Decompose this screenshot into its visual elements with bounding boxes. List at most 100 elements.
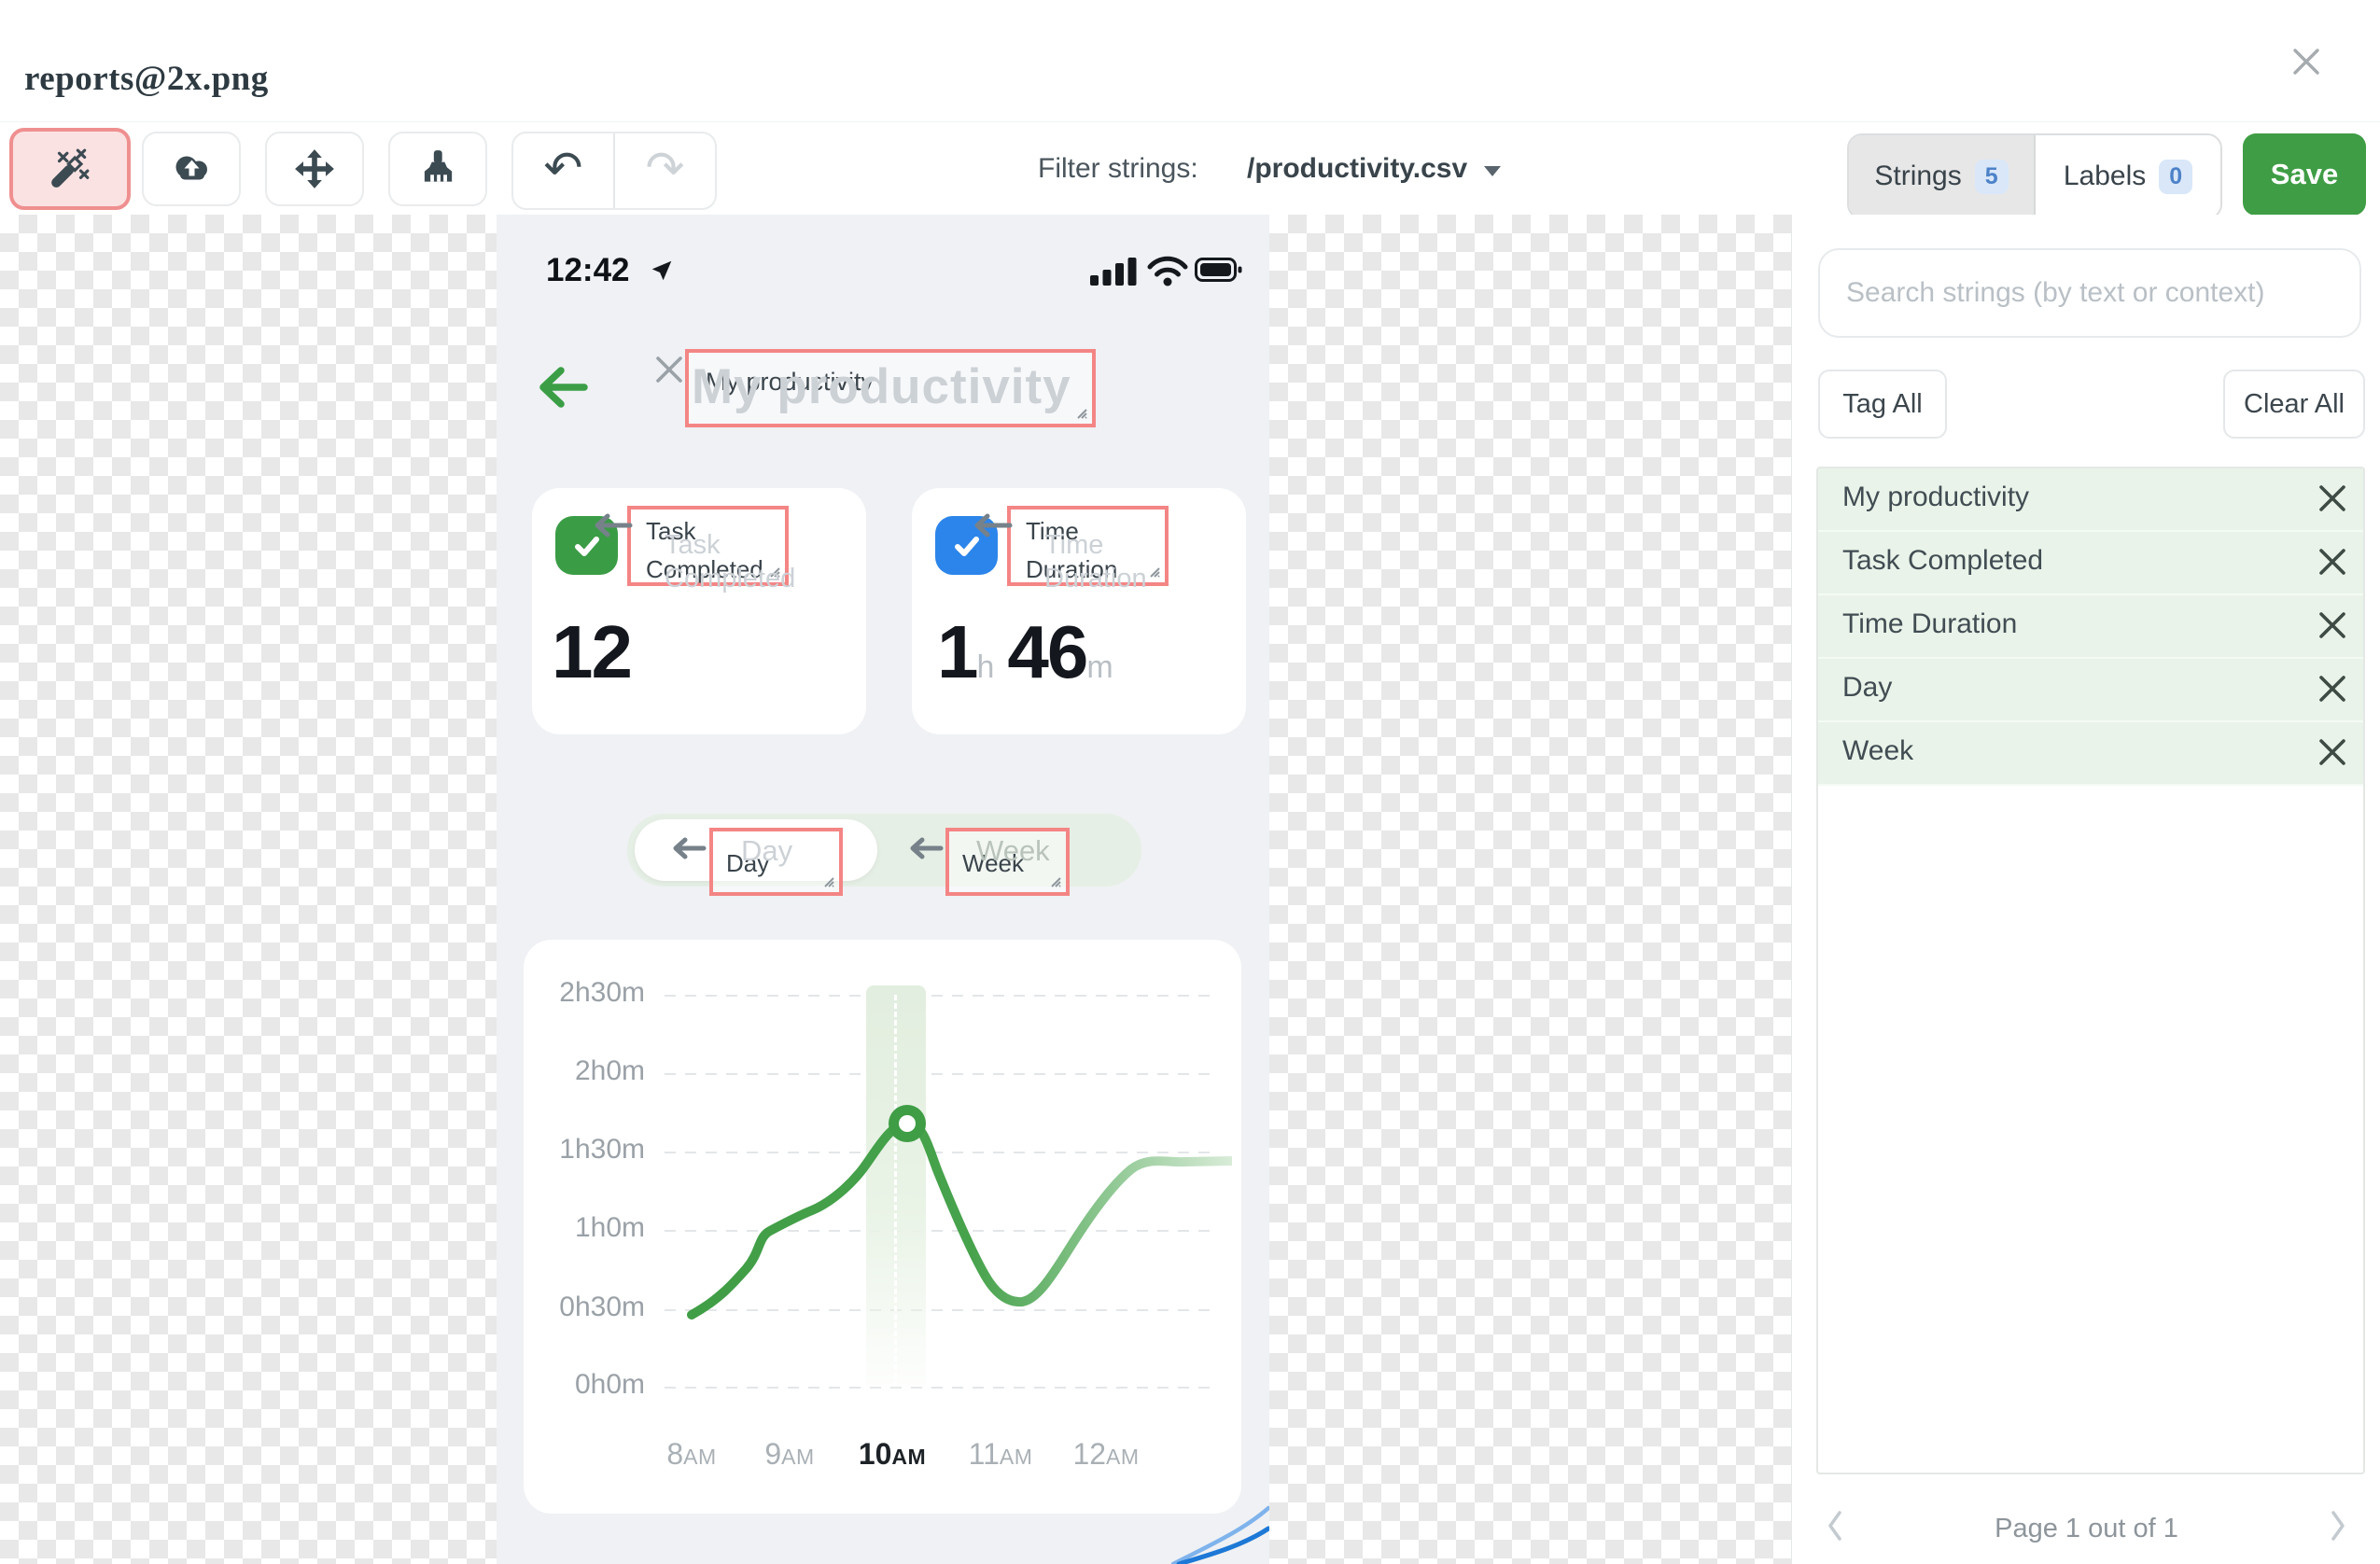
string-row[interactable]: Time Duration <box>1818 595 2363 659</box>
y-tick: 2h0m <box>574 1055 645 1086</box>
chevron-right-icon <box>2331 1510 2345 1541</box>
x-label-12am: 12AM <box>1072 1437 1140 1471</box>
annotation-box-week[interactable]: Week <box>945 828 1070 896</box>
strings-sidebar: Tag All Clear All My productivity Task C… <box>1791 215 2380 1564</box>
resize-handle-icon[interactable] <box>1047 873 1062 888</box>
minutes-value: 46 <box>1007 610 1088 693</box>
close-button[interactable] <box>2281 37 2331 88</box>
connector-arrow-left-icon <box>595 513 633 538</box>
brush-tool-button[interactable] <box>388 132 487 206</box>
connector-arrow-left-icon <box>910 837 944 859</box>
location-arrow-icon <box>651 260 672 281</box>
annotation-time-line2: Duration <box>1026 555 1118 583</box>
resize-handle-icon[interactable] <box>1073 405 1088 420</box>
string-row[interactable]: Day <box>1818 659 2363 722</box>
undo-button[interactable]: ↶ <box>513 133 615 208</box>
magic-wand-tool-button[interactable] <box>9 128 131 210</box>
x-label-10am: 10AM <box>858 1437 927 1471</box>
time-duration-line <box>687 1105 1232 1320</box>
hours-value: 1 <box>937 610 978 693</box>
minutes-unit: m <box>1086 649 1113 685</box>
annotation-box-time-duration[interactable]: Time Duration <box>1007 506 1169 586</box>
remove-string-button[interactable] <box>2315 735 2350 771</box>
save-button[interactable]: Save <box>2243 133 2366 216</box>
y-tick: 1h0m <box>574 1212 645 1243</box>
redo-button[interactable]: ↷ <box>615 133 715 208</box>
move-icon <box>295 149 334 189</box>
clear-all-button[interactable]: Clear All <box>2223 370 2365 439</box>
next-chart-curve <box>1170 1505 1269 1564</box>
x-label-11am: 11AM <box>968 1437 1033 1471</box>
tabs-group: Strings 5 Labels 0 <box>1847 133 2222 219</box>
annotation-task-line2: Completed <box>646 555 763 583</box>
topbar: reports@2x.png <box>0 0 2380 121</box>
screenshot-editor-window: reports@2x.png ↶ ↷ Filter strings: /prod… <box>0 0 2380 1564</box>
status-time: 12:42 <box>546 252 630 288</box>
hours-unit: h <box>976 649 995 685</box>
remove-string-button[interactable] <box>2315 608 2350 644</box>
filter-strings-label: Filter strings: <box>1038 153 1198 184</box>
string-row-label: Time Duration <box>1842 608 2018 639</box>
y-tick: 1h30m <box>559 1134 645 1165</box>
remove-string-button[interactable] <box>2315 545 2350 580</box>
redo-icon: ↷ <box>645 140 685 195</box>
magic-wand-icon <box>51 148 90 188</box>
labels-count-badge: 0 <box>2159 159 2193 194</box>
move-tool-button[interactable] <box>265 132 364 206</box>
tab-labels[interactable]: Labels 0 <box>2036 135 2220 217</box>
y-tick: 0h0m <box>574 1369 645 1400</box>
x-label-9am: 9AM <box>764 1437 815 1471</box>
string-row[interactable]: My productivity <box>1818 468 2363 532</box>
x-label-8am: 8AM <box>666 1437 717 1471</box>
filter-file-dropdown[interactable]: /productivity.csv <box>1241 122 1506 216</box>
brush-icon <box>424 150 453 182</box>
tab-strings[interactable]: Strings 5 <box>1849 135 2036 217</box>
close-icon <box>2319 548 2345 575</box>
string-row[interactable]: Task Completed <box>1818 532 2363 595</box>
productivity-chart: 2h30m 2h0m 1h30m 1h0m 0h30m 0h0m 8AM 9AM… <box>524 940 1241 1514</box>
remove-string-button[interactable] <box>2315 672 2350 707</box>
annotation-box-day[interactable]: Day <box>709 828 843 896</box>
filter-file-value: /productivity.csv <box>1247 153 1468 184</box>
close-icon <box>2319 611 2345 638</box>
history-group: ↶ ↷ <box>511 132 717 210</box>
tab-strings-label: Strings <box>1874 161 1962 191</box>
remove-tag-icon[interactable] <box>654 355 684 384</box>
string-row-label: My productivity <box>1842 482 2030 512</box>
close-icon <box>2319 675 2345 702</box>
string-row[interactable]: Week <box>1818 722 2363 786</box>
resize-handle-icon[interactable] <box>820 873 835 888</box>
tab-labels-label: Labels <box>2063 161 2147 191</box>
annotation-task-line1: Task <box>646 517 696 545</box>
tag-all-button[interactable]: Tag All <box>1818 370 1947 439</box>
string-row-label: Week <box>1842 735 1914 766</box>
resize-handle-icon[interactable] <box>1146 564 1161 579</box>
upload-button[interactable] <box>142 132 241 206</box>
close-icon <box>2293 48 2319 75</box>
tasks-completed-value: 12 <box>552 610 633 693</box>
strings-count-badge: 5 <box>1974 159 2009 194</box>
cloud-upload-icon <box>175 156 207 180</box>
annotation-box-title[interactable]: My productivity <box>685 349 1096 427</box>
toolbar: ↶ ↷ Filter strings: /productivity.csv St… <box>0 121 2380 219</box>
chevron-down-icon <box>1484 165 1502 176</box>
string-row-label: Task Completed <box>1842 545 2044 576</box>
close-icon <box>2319 738 2345 765</box>
annotation-box-task-completed[interactable]: Task Completed <box>627 506 789 586</box>
battery-icon <box>1195 258 1242 282</box>
time-duration-value: 1 h 46 m <box>937 610 1113 700</box>
back-arrow-icon <box>539 367 588 408</box>
page-title: reports@2x.png <box>24 59 269 98</box>
y-tick: 2h30m <box>559 977 645 1008</box>
y-tick: 0h30m <box>559 1292 645 1322</box>
resize-handle-icon[interactable] <box>766 564 781 579</box>
signal-icon <box>1090 258 1137 286</box>
connector-arrow-left-icon <box>974 513 1013 538</box>
search-input[interactable] <box>1818 248 2361 338</box>
next-page-button[interactable] <box>2317 1501 2359 1553</box>
remove-string-button[interactable] <box>2315 482 2350 517</box>
close-icon <box>2319 484 2345 511</box>
strings-list: My productivity Task Completed Time Dura… <box>1816 467 2365 1474</box>
annotation-time-line1: Time <box>1026 517 1079 545</box>
editor-canvas[interactable]: 12:42 My productivity My productivity Ta… <box>0 215 1791 1564</box>
